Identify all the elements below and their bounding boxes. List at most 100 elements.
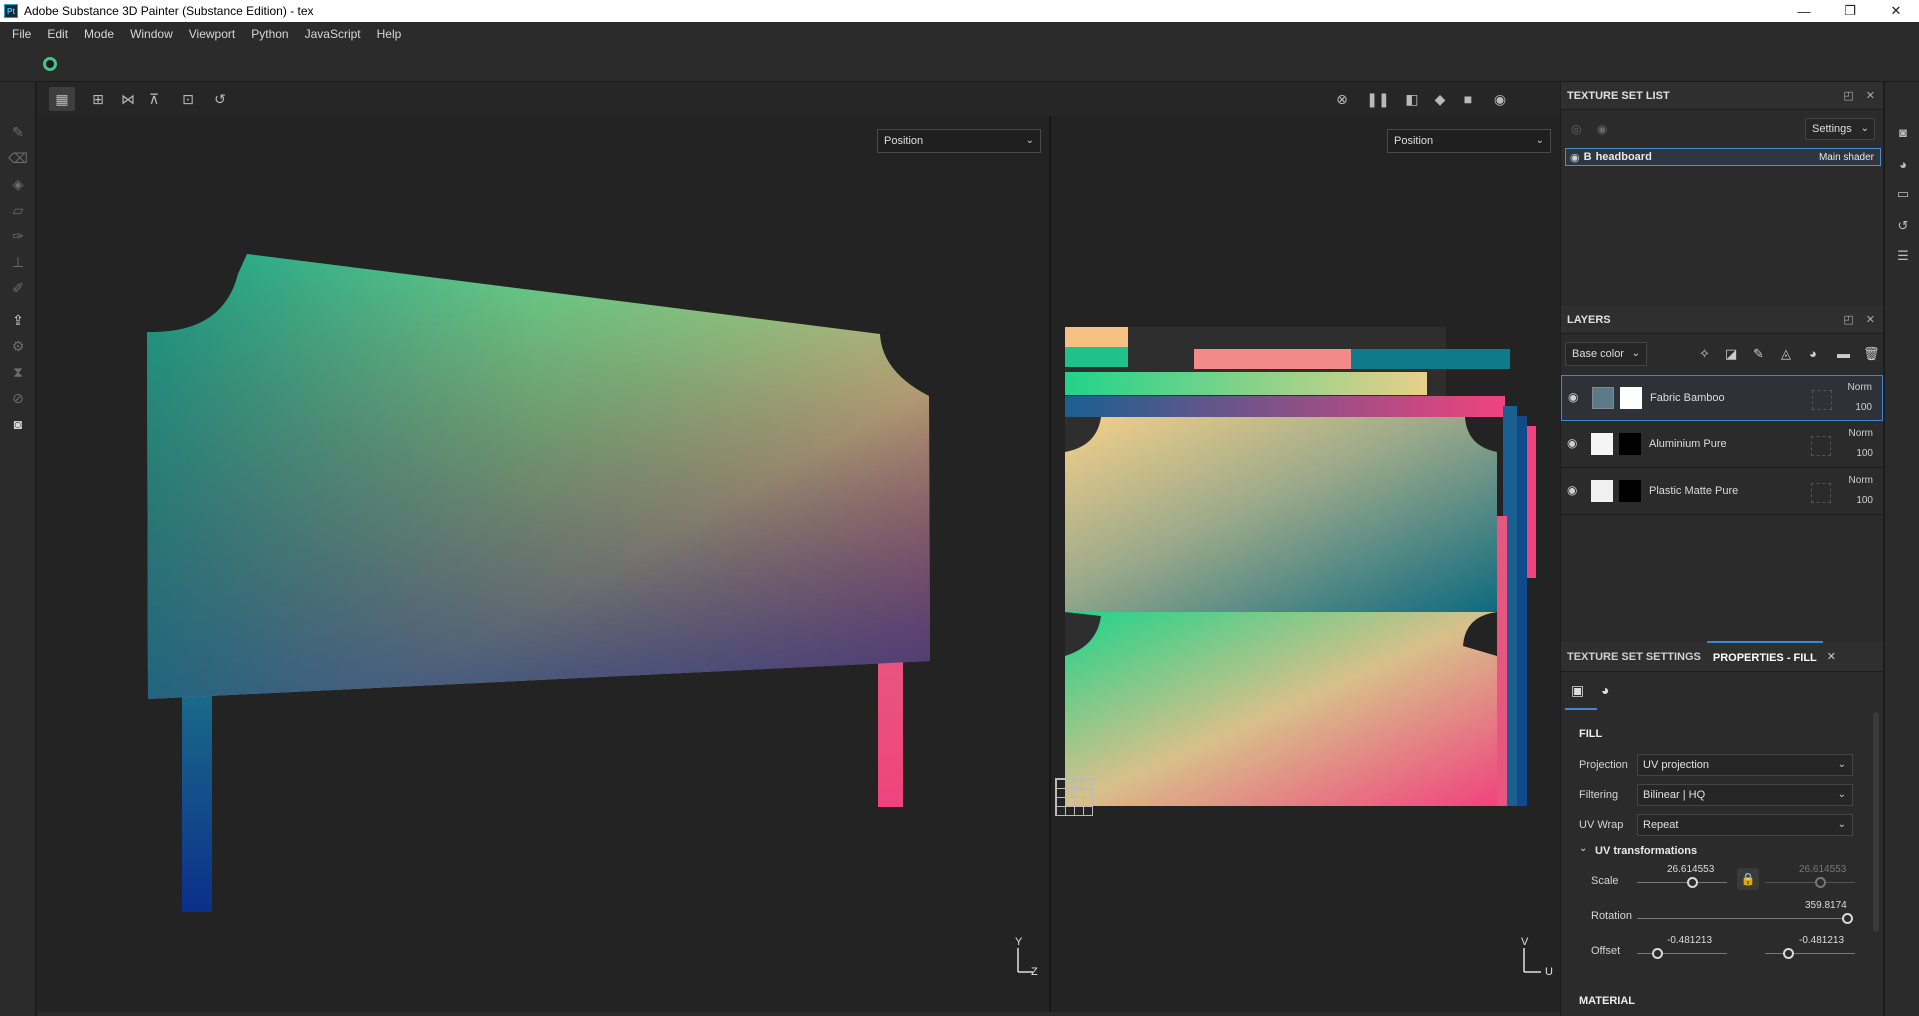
add-folder-icon[interactable]: ▬ [1837,346,1850,361]
mask-thumbnail[interactable] [1619,480,1641,502]
offset-v-knob[interactable] [1783,948,1794,959]
rotation-knob[interactable] [1842,913,1853,924]
symmetry-y-icon[interactable]: ⊼ [141,87,167,111]
chevron-down-icon[interactable]: ⌄ [1579,843,1587,854]
add-mask-icon[interactable]: ◪ [1725,346,1737,362]
pause-icon[interactable]: ❚❚ [1365,87,1391,111]
uv-transformations-toggle[interactable]: UV transformations [1595,845,1697,857]
filtering-dropdown[interactable]: Bilinear | HQ ⌄ [1637,784,1853,806]
layer-opacity[interactable]: 100 [1856,448,1873,459]
layer-thumbnail[interactable] [1591,433,1613,455]
screenshot-icon[interactable]: ◙ [8,414,28,434]
offset-v-slider[interactable] [1765,953,1855,954]
smudge-icon[interactable]: ✑ [8,226,28,246]
bake-settings-icon[interactable]: ⚙ [8,336,28,356]
material-mode-icon[interactable]: ▣ [1571,682,1584,699]
uvwrap-dropdown[interactable]: Repeat ⌄ [1637,814,1853,836]
screenshot-camera-icon[interactable]: ◉ [1487,87,1513,111]
sync-status-icon[interactable] [43,57,57,71]
delete-layer-icon[interactable]: 🗑 [1863,346,1880,362]
menu-file[interactable]: File [4,22,39,46]
viewport-2d[interactable]: Position ⌄ V U [1051,116,1560,1012]
scale-u-knob[interactable] [1687,877,1698,888]
scale-v-knob[interactable] [1815,877,1826,888]
history-panel-icon[interactable]: ↺ [1895,218,1911,234]
texture-set-settings-dropdown[interactable]: Settings ⌄ [1805,118,1875,140]
texture-set-row-headboard[interactable]: ◉ B headboard Main shader [1565,148,1881,166]
mask-slot[interactable] [1811,436,1831,456]
menu-edit[interactable]: Edit [39,22,76,46]
menu-viewport[interactable]: Viewport [181,22,243,46]
mask-slot[interactable] [1812,390,1832,410]
close-panel-icon[interactable]: ✕ [1866,89,1875,102]
maximize-button[interactable]: ❐ [1827,0,1873,22]
camera-icon[interactable]: ■ [1455,87,1481,111]
blend-mode[interactable]: Norm [1849,428,1873,439]
add-view-icon[interactable]: ⊡ [175,87,201,111]
clone-stamp-icon[interactable]: ⊥ [8,252,28,272]
mask-thumbnail[interactable] [1620,387,1642,409]
eye-icon[interactable]: ◉ [1567,436,1577,450]
minimize-button[interactable]: — [1781,0,1827,22]
projection-dropdown[interactable]: UV projection ⌄ [1637,754,1853,776]
show-all-icon[interactable]: ◉ [1597,122,1607,136]
eye-icon[interactable]: ◉ [1570,151,1580,164]
assets-icon[interactable]: ▭ [1895,186,1911,202]
symmetry-x-icon[interactable]: ⋈ [115,87,141,111]
shader-name[interactable]: Main shader [1819,152,1874,163]
properties-scrollbar[interactable] [1873,712,1879,932]
lock-icon[interactable]: 🔒 [1737,868,1759,890]
menu-python[interactable]: Python [243,22,296,46]
uv-grid-icon[interactable] [1055,778,1093,816]
blend-mode[interactable]: Norm [1848,382,1872,393]
scale-v-slider[interactable] [1765,882,1855,883]
offset-u-slider[interactable] [1637,953,1727,954]
color-picker-icon[interactable]: ✐ [8,278,28,298]
layer-row-aluminium-pure[interactable]: ◉ Aluminium Pure Norm 100 [1561,422,1883,468]
single-view-icon[interactable]: ▦ [49,87,75,111]
scale-u-slider[interactable] [1637,882,1727,883]
eraser-icon[interactable]: ⌫ [8,148,28,168]
layer-thumbnail[interactable] [1591,480,1613,502]
layer-thumbnail[interactable] [1592,387,1614,409]
blend-mode[interactable]: Norm [1849,475,1873,486]
log-icon[interactable]: ☰ [1895,248,1911,264]
layers-channel-dropdown[interactable]: Base color ⌄ [1565,342,1647,366]
projection-tool-icon[interactable]: ◈ [8,174,28,194]
viewport-3d[interactable]: Position ⌄ Y Z [37,116,1049,1012]
bake-export-icon[interactable]: ⇪ [8,310,28,330]
layer-row-plastic-matte-pure[interactable]: ◉ Plastic Matte Pure Norm 100 [1561,469,1883,515]
add-effect-icon[interactable]: ✧ [1699,346,1710,362]
add-paint-layer-icon[interactable]: ✎ [1753,346,1764,362]
rotation-slider[interactable] [1637,918,1849,919]
eye-icon[interactable]: ◉ [1567,483,1577,497]
shader-settings-icon[interactable]: ◕ [1895,156,1911,172]
cube-icon[interactable]: ◆ [1427,87,1453,111]
menu-window[interactable]: Window [122,22,181,46]
rotation-value[interactable]: 359.8174 [1805,900,1847,911]
close-panel-icon[interactable]: ✕ [1866,313,1875,326]
undock-icon[interactable]: ◰ [1843,313,1853,326]
close-window-button[interactable]: ✕ [1873,0,1919,22]
offset-u-knob[interactable] [1652,948,1663,959]
polygon-fill-icon[interactable]: ▱ [8,200,28,220]
menu-javascript[interactable]: JavaScript [297,22,369,46]
display-settings-icon[interactable]: ◙ [1895,124,1911,140]
mask-slot[interactable] [1811,483,1831,503]
close-tab-icon[interactable]: ✕ [1827,650,1836,663]
tab-properties-fill[interactable]: PROPERTIES - FILL [1706,640,1823,673]
history-icon[interactable]: ↺ [207,87,233,111]
add-smart-material-icon[interactable]: ◕ [1809,346,1817,361]
color-mode-icon[interactable]: ◕ [1601,682,1609,698]
uv-tool-icon[interactable]: ⊘ [8,388,28,408]
viewport-2d-channel-select[interactable]: Position ⌄ [1387,129,1551,153]
menu-help[interactable]: Help [369,22,410,46]
hide-overlay-icon[interactable]: ⊗ [1329,87,1355,111]
split-view-icon[interactable]: ◧ [1399,87,1425,111]
offset-v-value[interactable]: -0.481213 [1799,935,1844,946]
timer-icon[interactable]: ⧗ [8,362,28,382]
tab-texture-set-settings[interactable]: TEXTURE SET SETTINGS [1561,642,1707,672]
scale-u-value[interactable]: 26.614553 [1667,864,1714,875]
mask-thumbnail[interactable] [1619,433,1641,455]
grid-view-icon[interactable]: ⊞ [85,87,111,111]
